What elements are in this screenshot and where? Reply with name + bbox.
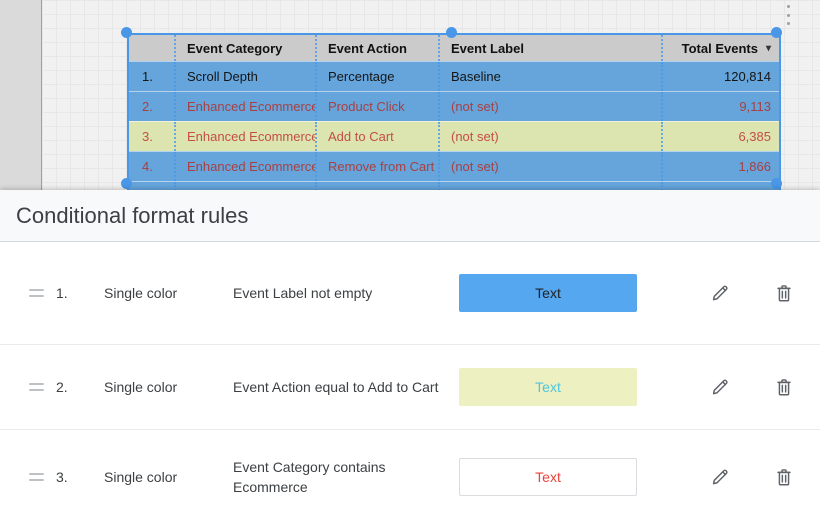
rule-index: 2. — [56, 379, 84, 395]
table-row-3: 3. Enhanced Ecommerce Add to Cart (not s… — [129, 121, 779, 151]
cell-event-action: Percentage — [315, 62, 438, 91]
cell-event-action: Product Click — [315, 92, 438, 121]
cell-total-events: 6,385 — [661, 122, 779, 151]
conditional-format-panel: Conditional format rules 1. Single color… — [0, 190, 820, 524]
cell-event-category: Enhanced Ecommerce — [174, 152, 315, 181]
column-header-event-action: Event Action — [315, 35, 438, 61]
cell-total-events: 120,814 — [661, 62, 779, 91]
data-table[interactable]: Event Category Event Action Event Label … — [127, 33, 781, 192]
selection-handle-mid-right[interactable] — [771, 178, 782, 189]
row-index: 1. — [129, 62, 174, 91]
table-row-2: 2. Enhanced Ecommerce Product Click (not… — [129, 91, 779, 121]
drag-handle-icon[interactable] — [29, 473, 44, 481]
cell-event-action: Remove from Cart — [315, 152, 438, 181]
selection-handle-mid-left[interactable] — [121, 178, 132, 189]
panel-header: Conditional format rules — [0, 190, 820, 242]
rule-condition: Event Action equal to Add to Cart — [233, 377, 445, 397]
pencil-icon — [709, 282, 731, 304]
cell-event-category: Scroll Depth — [174, 62, 315, 91]
table-row-4: 4. Enhanced Ecommerce Remove from Cart (… — [129, 151, 779, 181]
rule-type: Single color — [104, 285, 209, 301]
row-index: 4. — [129, 152, 174, 181]
cell-total-events: 1,866 — [661, 152, 779, 181]
color-swatch: Text — [459, 274, 637, 312]
kebab-menu-icon[interactable] — [784, 5, 792, 25]
cell-event-label: Baseline — [438, 62, 661, 91]
pencil-icon — [709, 466, 731, 488]
pencil-icon — [709, 376, 731, 398]
trash-icon — [773, 466, 795, 488]
rule-row-1: 1. Single color Event Label not empty Te… — [0, 242, 820, 345]
row-index: 3. — [129, 122, 174, 151]
rule-type: Single color — [104, 379, 209, 395]
table-row-1: 1. Scroll Depth Percentage Baseline 120,… — [129, 61, 779, 91]
edit-rule-button[interactable] — [708, 465, 732, 489]
panel-title: Conditional format rules — [0, 203, 248, 229]
color-swatch: Text — [459, 458, 637, 496]
total-events-label: Total Events — [682, 41, 758, 56]
selection-handle-top-center[interactable] — [446, 27, 457, 38]
rule-row-2: 2. Single color Event Action equal to Ad… — [0, 345, 820, 430]
column-header-event-category: Event Category — [174, 35, 315, 61]
rule-type: Single color — [104, 469, 209, 485]
column-header-total-events[interactable]: Total Events ▾ — [661, 35, 779, 61]
drag-handle-icon[interactable] — [29, 383, 44, 391]
row-index: 2. — [129, 92, 174, 121]
delete-rule-button[interactable] — [772, 281, 796, 305]
trash-icon — [773, 282, 795, 304]
cell-total-events: 9,113 — [661, 92, 779, 121]
rule-condition: Event Category contains Ecommerce — [233, 457, 445, 497]
swatch-label: Text — [535, 469, 561, 485]
app-window: Event Category Event Action Event Label … — [0, 0, 820, 524]
column-header-row-number — [129, 35, 174, 61]
edit-rule-button[interactable] — [708, 281, 732, 305]
column-header-event-label: Event Label — [438, 35, 661, 61]
cell-event-label: (not set) — [438, 92, 661, 121]
sort-caret-icon: ▾ — [766, 43, 771, 54]
canvas-gutter — [0, 0, 42, 190]
rule-index: 1. — [56, 285, 84, 301]
selection-handle-top-right[interactable] — [771, 27, 782, 38]
color-swatch: Text — [459, 368, 637, 406]
cell-event-label: (not set) — [438, 152, 661, 181]
cell-event-category: Enhanced Ecommerce — [174, 92, 315, 121]
cell-event-action: Add to Cart — [315, 122, 438, 151]
swatch-label: Text — [535, 379, 561, 395]
delete-rule-button[interactable] — [772, 465, 796, 489]
rule-condition: Event Label not empty — [233, 283, 445, 303]
cell-event-label: (not set) — [438, 122, 661, 151]
cell-event-category: Enhanced Ecommerce — [174, 122, 315, 151]
table-header-row: Event Category Event Action Event Label … — [129, 35, 779, 61]
rule-row-3: 3. Single color Event Category contains … — [0, 430, 820, 524]
delete-rule-button[interactable] — [772, 375, 796, 399]
swatch-label: Text — [535, 285, 561, 301]
trash-icon — [773, 376, 795, 398]
drag-handle-icon[interactable] — [29, 289, 44, 297]
rule-index: 3. — [56, 469, 84, 485]
selection-handle-top-left[interactable] — [121, 27, 132, 38]
edit-rule-button[interactable] — [708, 375, 732, 399]
